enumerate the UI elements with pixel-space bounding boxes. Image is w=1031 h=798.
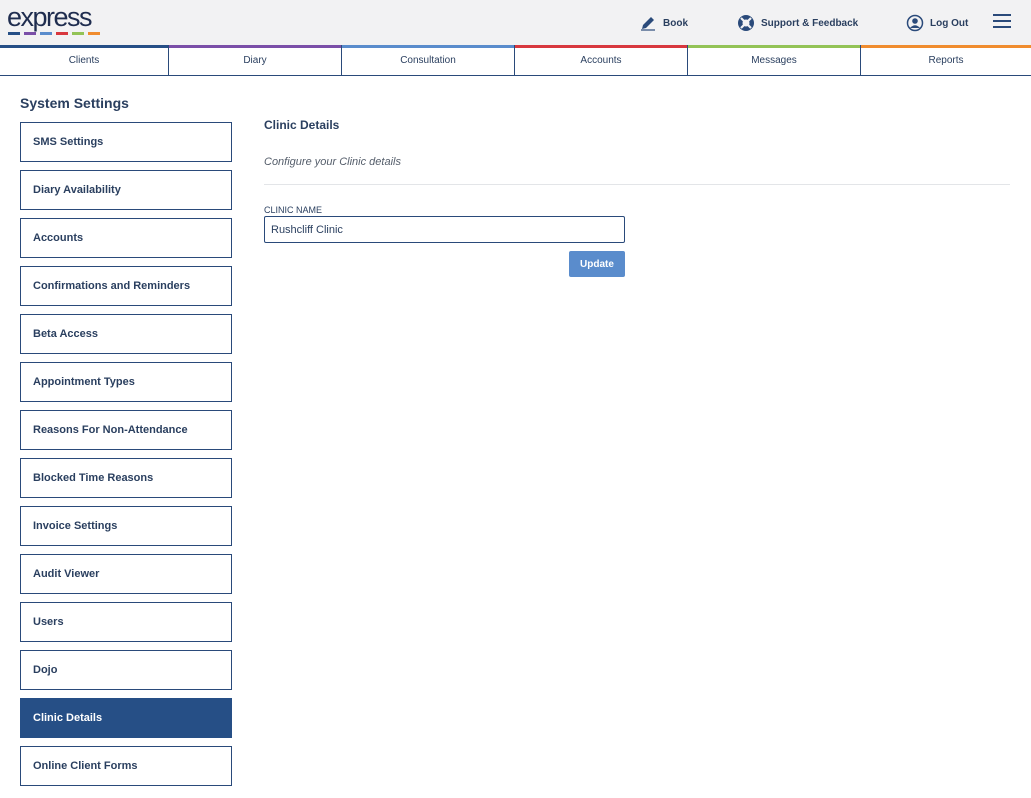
support-feedback-label: Support & Feedback — [761, 17, 859, 29]
sidebar-item-invoice-settings[interactable]: Invoice Settings — [20, 506, 232, 546]
sidebar-item-clinic-details[interactable]: Clinic Details — [20, 698, 232, 738]
sidebar-item-online-client-forms[interactable]: Online Client Forms — [20, 746, 232, 786]
clinic-name-input[interactable] — [264, 216, 625, 243]
book-button[interactable]: Book — [639, 13, 688, 33]
logo-bar — [72, 32, 84, 35]
tab-label: Diary — [243, 54, 267, 66]
express-logo[interactable]: express — [7, 2, 107, 38]
tab-consultation[interactable]: Consultation — [342, 45, 515, 75]
settings-sidebar: SMS Settings Diary Availability Accounts… — [20, 122, 232, 794]
tab-accounts[interactable]: Accounts — [515, 45, 688, 75]
tab-accent — [0, 45, 168, 48]
tab-label: Clients — [68, 54, 100, 66]
tab-messages[interactable]: Messages — [688, 45, 861, 75]
logo-bar — [56, 32, 68, 35]
log-out-label: Log Out — [930, 17, 969, 29]
user-circle-icon — [906, 14, 924, 32]
sidebar-item-sms-settings[interactable]: SMS Settings — [20, 122, 232, 162]
tab-reports[interactable]: Reports — [861, 45, 1031, 75]
tab-accent — [342, 45, 514, 48]
sidebar-item-beta-access[interactable]: Beta Access — [20, 314, 232, 354]
logo-color-bars — [8, 32, 100, 35]
tab-label: Messages — [751, 54, 797, 66]
logo-bar — [40, 32, 52, 35]
main-nav-tabs: Clients Diary Consultation Accounts Mess… — [0, 45, 1031, 76]
tab-accent — [515, 45, 687, 48]
sidebar-item-non-attendance-reasons[interactable]: Reasons For Non-Attendance — [20, 410, 232, 450]
page-title: Clinic Details — [264, 118, 340, 132]
logo-bar — [88, 32, 100, 35]
tab-clients[interactable]: Clients — [0, 45, 169, 75]
sidebar-item-blocked-time-reasons[interactable]: Blocked Time Reasons — [20, 458, 232, 498]
system-settings-title: System Settings — [20, 95, 129, 111]
tab-label: Reports — [928, 54, 964, 66]
tab-label: Consultation — [400, 54, 456, 66]
sidebar-item-dojo[interactable]: Dojo — [20, 650, 232, 690]
logo-bar — [24, 32, 36, 35]
logo-text: express — [7, 2, 93, 32]
clinic-details-panel: Clinic Details Configure your Clinic det… — [264, 110, 1010, 277]
book-label: Book — [663, 17, 688, 29]
tab-accent — [861, 45, 1031, 48]
log-out-button[interactable]: Log Out — [906, 13, 968, 33]
support-feedback-button[interactable]: Support & Feedback — [737, 13, 858, 33]
top-header: express Book Support & Feedback Log Out — [0, 0, 1031, 45]
tab-label: Accounts — [580, 54, 622, 66]
sidebar-item-audit-viewer[interactable]: Audit Viewer — [20, 554, 232, 594]
update-button[interactable]: Update — [569, 251, 625, 277]
pencil-icon — [641, 17, 655, 31]
sidebar-item-users[interactable]: Users — [20, 602, 232, 642]
tab-accent — [169, 45, 341, 48]
section-divider — [264, 184, 1010, 185]
sidebar-item-appointment-types[interactable]: Appointment Types — [20, 362, 232, 402]
sidebar-item-diary-availability[interactable]: Diary Availability — [20, 170, 232, 210]
clinic-name-label: CLINIC NAME — [264, 205, 323, 215]
lifebuoy-icon — [738, 15, 754, 31]
sidebar-item-confirmations-reminders[interactable]: Confirmations and Reminders — [20, 266, 232, 306]
tab-accent — [688, 45, 860, 48]
sidebar-item-accounts[interactable]: Accounts — [20, 218, 232, 258]
page-subtitle: Configure your Clinic details — [264, 156, 401, 168]
tab-diary[interactable]: Diary — [169, 45, 342, 75]
hamburger-menu-icon[interactable] — [993, 14, 1011, 29]
logo-bar — [8, 32, 20, 35]
